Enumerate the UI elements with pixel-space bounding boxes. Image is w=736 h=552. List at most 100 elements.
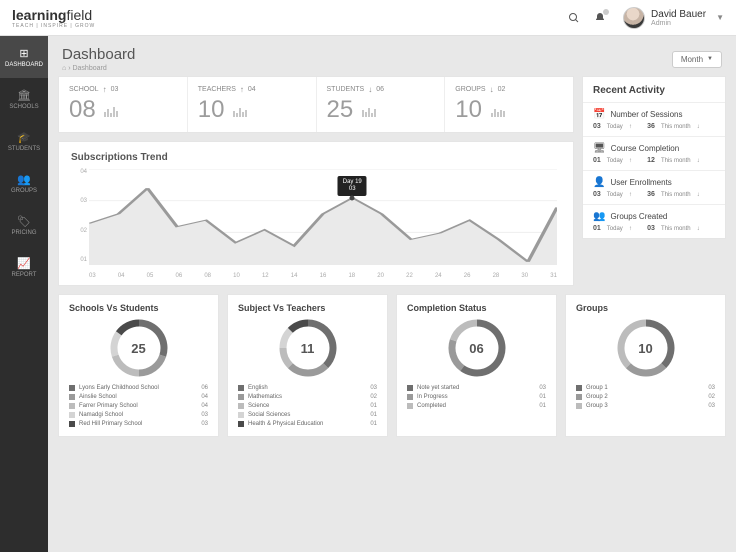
trend-chart[interactable]: 04030201 Day 1903 030405060810121416182 (71, 169, 561, 279)
legend-name: English (248, 385, 268, 391)
donut-chart[interactable]: 11 (279, 319, 337, 377)
user-menu[interactable]: David Bauer Admin ▼ (623, 7, 724, 29)
legend-name: Group 1 (586, 385, 608, 391)
home-icon[interactable]: ⌂ (62, 65, 66, 72)
activity-icon: 📅 (593, 109, 605, 120)
activity-name: Course Completion (611, 144, 679, 153)
donut-title: Groups (576, 303, 715, 313)
avatar (623, 7, 645, 29)
donut-card: Completion Status06Note yet started03In … (396, 294, 557, 437)
activity-name: Groups Created (610, 212, 667, 221)
logo[interactable]: learningfield TEACH | INSPIRE | GROW (12, 7, 95, 29)
sidebar-item-students[interactable]: 🎓STUDENTS (0, 120, 48, 162)
building-icon: 🏛 (17, 88, 31, 102)
legend-name: Group 3 (586, 403, 608, 409)
legend-item: In Progress01 (407, 392, 546, 401)
kpi-value: 25 (327, 96, 354, 124)
donut-chart[interactable]: 06 (448, 319, 506, 377)
breadcrumb: ⌂ › Dashboard (62, 65, 135, 72)
sidebar-item-dashboard[interactable]: ⊞DASHBOARD (0, 36, 48, 78)
donut-center: 06 (448, 319, 506, 377)
sparkline (233, 108, 247, 117)
period-select[interactable]: Month▼ (672, 51, 722, 68)
tag-icon: 🏷 (17, 214, 31, 228)
legend-item: English03 (238, 383, 377, 392)
chart-tooltip: Day 1903 (338, 176, 367, 196)
activity-item[interactable]: 🖥Course Completion01 Today ↑ 12 This mon… (583, 136, 725, 170)
donut-title: Subject Vs Teachers (238, 303, 377, 313)
brand-light: field (66, 7, 92, 23)
legend-name: Science (248, 403, 269, 409)
sidebar-item-pricing[interactable]: 🏷 PRICING (0, 204, 48, 246)
activity-name: User Enrollments (610, 178, 671, 187)
kpi-row: SCHOOL↑03 08 TEACHERS↑04 10 STUDENTS↓06 … (58, 76, 574, 133)
kpi-teachers: TEACHERS↑04 10 (188, 77, 317, 132)
legend-value: 04 (201, 394, 208, 400)
sidebar-item-groups[interactable]: 👥GROUPS (0, 162, 48, 204)
kpi-value: 10 (455, 96, 482, 124)
kpi-value: 08 (69, 96, 96, 124)
search-icon[interactable] (563, 7, 585, 29)
brand-bold: learning (12, 7, 66, 23)
donut-title: Completion Status (407, 303, 546, 313)
breadcrumb-page: Dashboard (72, 65, 106, 72)
donut-card: Groups 10 Group 1 03Group 202 Group 3 03 (565, 294, 726, 437)
legend-name: In Progress (417, 394, 448, 400)
legend-name: Farrer Primary School (79, 403, 138, 409)
activity-item[interactable]: 📅Number of Sessions03 Today ↑ 36 This mo… (583, 102, 725, 136)
legend-item: Group 1 03 (576, 383, 715, 392)
arrow-up-icon: ↑ (103, 85, 107, 94)
kpi-label: STUDENTS (327, 86, 365, 93)
legend-value: 03 (708, 385, 715, 391)
sidebar-label: SCHOOLS (9, 104, 38, 110)
legend-name: Health & Physical Education (248, 421, 323, 427)
sidebar-item-report[interactable]: 📈REPORT (0, 246, 48, 288)
sparkline (104, 107, 118, 117)
sidebar-label: PRICING (11, 230, 36, 236)
sidebar-label: STUDENTS (8, 146, 40, 152)
sparkline (491, 109, 505, 117)
sidebar-item-schools[interactable]: 🏛 SCHOOLS (0, 78, 48, 120)
chevron-down-icon: ▼ (716, 13, 724, 22)
chart-point (350, 195, 355, 200)
activity-icon: 👥 (593, 211, 605, 222)
legend-item: Lyons Early Childhood School06 (69, 383, 208, 392)
legend-value: 06 (201, 385, 208, 391)
legend: English03Mathematics02Science01Social Sc… (238, 383, 377, 428)
legend-item: Mathematics02 (238, 392, 377, 401)
notifications-icon[interactable] (589, 7, 611, 29)
brand-tag: TEACH | INSPIRE | GROW (12, 23, 95, 29)
chart-icon: 📈 (17, 256, 31, 270)
activity-item[interactable]: 👥Groups Created01 Today ↑ 03 This month … (583, 204, 725, 238)
activity-item[interactable]: 👤User Enrollments03 Today ↑ 36 This mont… (583, 170, 725, 204)
legend-item: Note yet started03 (407, 383, 546, 392)
kpi-delta: 02 (498, 86, 506, 93)
legend-value: 01 (370, 403, 377, 409)
y-axis: 04030201 (71, 169, 87, 265)
kpi-delta: 03 (111, 86, 119, 93)
sidebar: ⊞DASHBOARD 🏛 SCHOOLS 🎓STUDENTS 👥GROUPS 🏷 P… (0, 36, 48, 552)
legend: Note yet started03In Progress01Completed… (407, 383, 546, 410)
donut-title: Schools Vs Students (69, 303, 208, 313)
kpi-students: STUDENTS↓ 06 25 (317, 77, 446, 132)
kpi-delta: 06 (376, 86, 384, 93)
user-name: David Bauer (651, 9, 706, 20)
donut-card: Subject Vs Teachers 11 English03Mathematic… (227, 294, 388, 437)
legend-value: 02 (370, 394, 377, 400)
legend-value: 01 (370, 412, 377, 418)
topbar: learningfield TEACH | INSPIRE | GROW Dav… (0, 0, 736, 36)
sidebar-label: GROUPS (11, 188, 37, 194)
donut-chart[interactable]: 25 (110, 319, 168, 377)
legend-item: Namadgi School03 (69, 410, 208, 419)
kpi-delta: 04 (248, 86, 256, 93)
donut-center: 25 (110, 319, 168, 377)
legend-item: Group 202 (576, 392, 715, 401)
chevron-down-icon: ▼ (707, 56, 713, 62)
activity-icon: 👤 (593, 177, 605, 188)
legend-item: Health & Physical Education01 (238, 419, 377, 428)
legend-name: Completed (417, 403, 446, 409)
arrow-down-icon: ↓ (368, 85, 372, 94)
arrow-up-icon: ↑ (240, 85, 244, 94)
legend-item: Completed01 (407, 401, 546, 410)
donut-chart[interactable]: 10 (617, 319, 675, 377)
